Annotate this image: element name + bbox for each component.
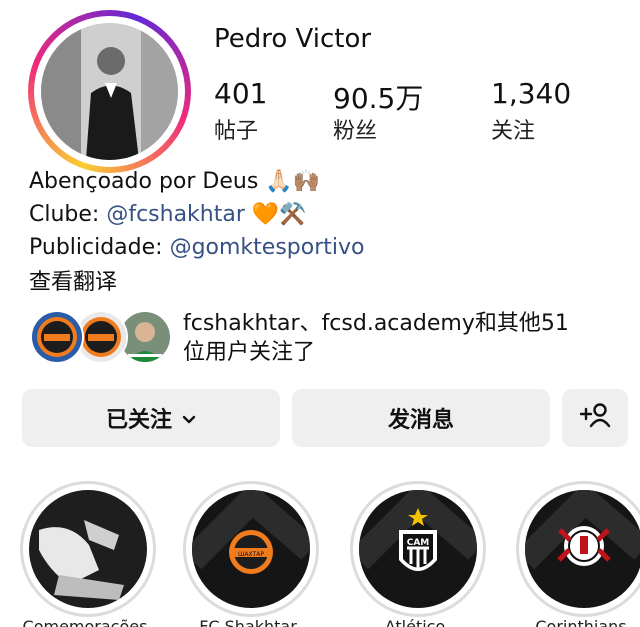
message-button[interactable]: 发消息 (292, 389, 550, 447)
profile-username: Pedro Victor (214, 24, 372, 54)
highlight-label-4: Corinthians (535, 617, 627, 627)
followers-count[interactable]: 90.5万 (333, 77, 423, 117)
bio-line-1: Abençoado por Deus 🙏🏻🙌🏽 (29, 167, 320, 197)
chevron-down-icon (182, 406, 196, 431)
following-button[interactable]: 已关注 (22, 389, 280, 447)
followers-label[interactable]: 粉丝 (333, 113, 377, 145)
mutual-text-line-1: fcshakhtar、fcsd.academy和其他51 (183, 311, 569, 336)
see-translation-link[interactable]: 查看翻译 (29, 268, 117, 298)
highlight-atletico[interactable]: CAM (350, 481, 486, 617)
club-label: Clube: (29, 202, 107, 227)
ads-label: Publicidade: (29, 235, 170, 260)
bio-text: Abençoado por Deus (29, 169, 259, 194)
club-emoji: 🧡⚒️ (251, 202, 307, 227)
bio-line-3: Publicidade: @gomktesportivo (29, 233, 364, 263)
shakhtar-badge-text: ШАХТАР (238, 551, 264, 558)
highlight-label-1: Comemorações (22, 617, 148, 627)
profile-avatar[interactable] (41, 23, 178, 160)
following-label: 已关注 (105, 408, 172, 433)
club-mention-link[interactable]: @fcshakhtar (106, 202, 245, 227)
mutual-avatar-shakhtar[interactable] (30, 310, 84, 364)
bio-emoji: 🙏🏻🙌🏽 (265, 169, 321, 194)
ads-mention-link[interactable]: @gomktesportivo (170, 235, 365, 260)
posts-label[interactable]: 帖子 (214, 113, 258, 145)
following-count[interactable]: 1,340 (491, 77, 571, 110)
bio-line-2: Clube: @fcshakhtar 🧡⚒️ (29, 200, 307, 230)
highlight-corinthians[interactable] (516, 481, 640, 617)
suggest-people-button[interactable] (562, 389, 628, 447)
highlight-fc-shakhtar[interactable]: ШАХТАР (183, 481, 319, 617)
highlight-label-3: Atlético (384, 617, 446, 627)
highlight-celebrations[interactable] (20, 481, 156, 617)
highlight-label-2: FC Shakhtar (199, 617, 297, 627)
posts-count[interactable]: 401 (214, 77, 267, 110)
mutual-followers-text[interactable]: fcshakhtar、fcsd.academy和其他51 位用户关注了 (183, 309, 623, 367)
following-label[interactable]: 关注 (491, 113, 535, 145)
mutual-text-line-2: 位用户关注了 (183, 340, 316, 365)
add-person-icon (578, 400, 612, 436)
